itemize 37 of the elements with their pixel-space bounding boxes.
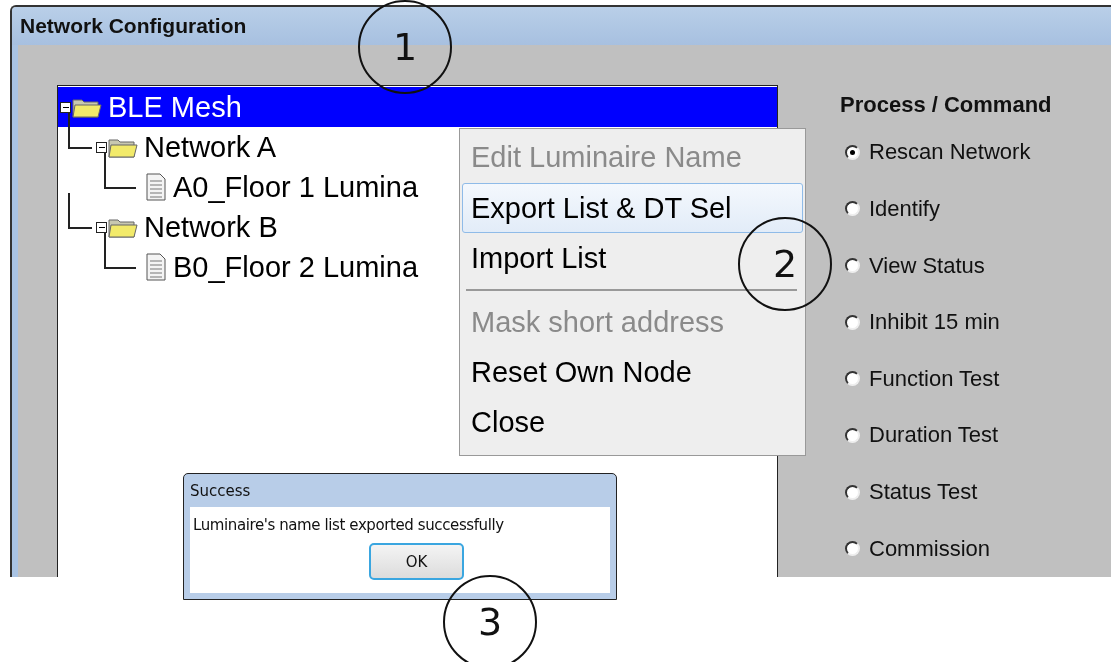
menu-item[interactable]: Close bbox=[462, 397, 547, 447]
folder-icon bbox=[108, 216, 138, 238]
collapse-icon[interactable] bbox=[96, 141, 107, 153]
panel-title: Process / Command bbox=[840, 92, 1052, 118]
dialog-title: Success bbox=[190, 480, 252, 502]
radio-label: Identify bbox=[869, 195, 940, 222]
radio-button[interactable] bbox=[845, 427, 860, 443]
callout-number: 3 bbox=[443, 575, 537, 662]
collapse-icon[interactable] bbox=[96, 221, 107, 233]
menu-item[interactable]: Export List & DT Sel bbox=[462, 183, 803, 233]
folder-icon bbox=[72, 96, 102, 118]
document-icon bbox=[145, 253, 167, 281]
radio-label: View Status bbox=[869, 252, 985, 279]
ok-button[interactable]: OK bbox=[369, 543, 464, 580]
folder-icon bbox=[108, 136, 138, 158]
radio-label: Commission bbox=[869, 535, 991, 562]
radio-button[interactable] bbox=[845, 258, 860, 274]
window-title: Network Configuration bbox=[20, 14, 247, 38]
callout-number: 1 bbox=[358, 0, 452, 94]
radio-label: Function Test bbox=[869, 365, 1000, 392]
collapse-icon[interactable] bbox=[60, 101, 71, 113]
menu-item[interactable]: Import List bbox=[462, 233, 608, 283]
radio-button[interactable] bbox=[845, 484, 860, 500]
radio-label: Inhibit 15 min bbox=[869, 309, 1000, 336]
radio-button[interactable] bbox=[845, 144, 860, 160]
tree-item[interactable]: BLE Mesh bbox=[58, 87, 777, 127]
radio-button[interactable] bbox=[845, 201, 860, 217]
callout-number: 2 bbox=[738, 217, 832, 311]
radio-label: Status Test bbox=[869, 479, 978, 506]
radio-label: Rescan Network bbox=[869, 139, 1031, 166]
radio-button[interactable] bbox=[845, 314, 860, 330]
dialog-message: Luminaire's name list exported successfully bbox=[192, 516, 504, 534]
menu-item[interactable]: Reset Own Node bbox=[462, 347, 693, 397]
radio-button[interactable] bbox=[845, 371, 860, 387]
radio-button[interactable] bbox=[845, 541, 860, 557]
radio-label: Duration Test bbox=[869, 422, 999, 449]
document-icon bbox=[145, 173, 167, 201]
